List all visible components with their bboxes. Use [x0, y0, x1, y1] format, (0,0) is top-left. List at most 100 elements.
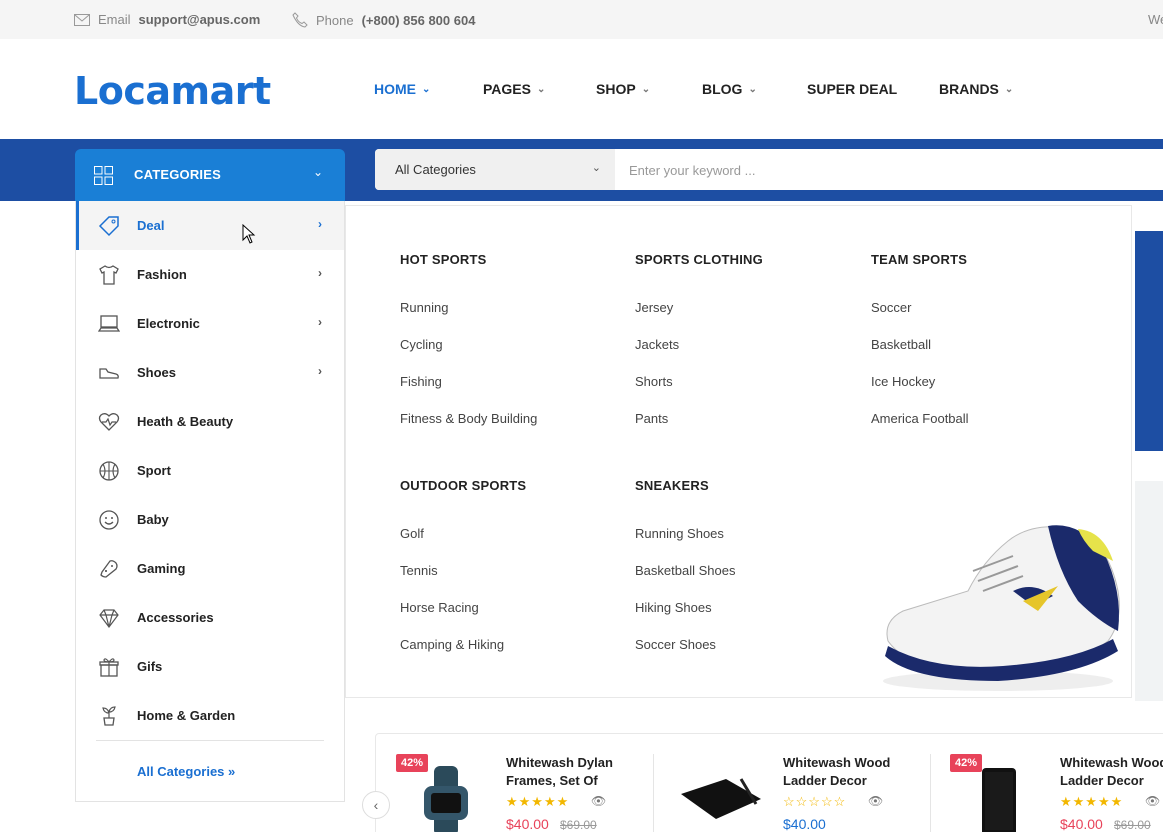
sidebar-item-sport[interactable]: Sport — [76, 446, 344, 495]
sidebar-item-health-beauty[interactable]: Heath & Beauty — [76, 397, 344, 446]
mega-link[interactable]: Ice Hockey — [871, 374, 935, 389]
nav-shop[interactable]: SHOP ⌄ — [596, 81, 650, 97]
welcome-text: We — [1148, 12, 1163, 27]
sneaker-image — [883, 525, 1120, 691]
chevron-right-icon: › — [318, 266, 322, 280]
carousel-prev-button[interactable]: ‹ — [362, 791, 390, 819]
sidebar-item-label: Heath & Beauty — [137, 414, 234, 429]
grid-icon — [94, 166, 113, 185]
mega-link[interactable]: Basketball — [871, 337, 931, 352]
product-name[interactable]: Whitewash Wood Ladder Decor — [1060, 754, 1163, 790]
mega-link[interactable]: Golf — [400, 526, 424, 541]
mouse-cursor-icon — [242, 224, 256, 244]
chevron-right-icon: › — [318, 364, 322, 378]
sidebar-item-label: Electronic — [137, 316, 200, 331]
mega-link[interactable]: Running — [400, 300, 448, 315]
categories-button[interactable]: CATEGORIES ⌄ — [75, 149, 345, 201]
sidebar-item-fashion[interactable]: Fashion › — [76, 250, 344, 299]
mega-link[interactable]: Tennis — [400, 563, 438, 578]
mega-link[interactable]: Soccer Shoes — [635, 637, 716, 652]
nav-home-label: HOME — [374, 81, 416, 97]
product-old-price: $69.00 — [1114, 818, 1151, 832]
category-select[interactable]: All Categories ⌄ — [375, 149, 615, 190]
mega-menu: HOT SPORTS Running Cycling Fishing Fitne… — [345, 205, 1132, 698]
mega-link[interactable]: Basketball Shoes — [635, 563, 735, 578]
eye-icon[interactable]: 👁 — [591, 794, 606, 808]
diamond-icon — [99, 609, 119, 628]
phone-contact[interactable]: Phone (+800) 856 800 604 — [292, 12, 475, 28]
mega-heading: HOT SPORTS — [400, 252, 487, 267]
mega-link[interactable]: Fishing — [400, 374, 442, 389]
mega-link[interactable]: Jackets — [635, 337, 679, 352]
mega-link[interactable]: Running Shoes — [635, 526, 724, 541]
mega-link[interactable]: Jersey — [635, 300, 673, 315]
rating-stars: ☆☆☆☆☆ — [783, 794, 847, 809]
smiley-icon — [99, 510, 119, 530]
email-value: support@apus.com — [138, 12, 261, 27]
sidebar-item-gaming[interactable]: Gaming — [76, 544, 344, 593]
mega-heading: SPORTS CLOTHING — [635, 252, 763, 267]
search-bar: All Categories ⌄ — [375, 149, 1163, 190]
sidebar-item-label: Sport — [137, 463, 171, 478]
nav-brands[interactable]: BRANDS ⌄ — [939, 81, 1013, 97]
header: Locamart HOME ⌄ PAGES ⌄ SHOP ⌄ BLOG ⌄ SUPER … — [0, 39, 1163, 139]
tshirt-icon — [99, 265, 119, 285]
mega-link[interactable]: Fitness & Body Building — [400, 411, 537, 426]
top-bar: Email support@apus.com Phone (+800) 856 80… — [0, 0, 1163, 39]
nav-super-deal-label: SUPER DEAL — [807, 81, 898, 97]
sidebar-item-home-garden[interactable]: Home & Garden — [76, 691, 344, 740]
product-card[interactable]: Whitewash Wood Ladder Decor ☆☆☆☆☆ 👁 $40.… — [653, 734, 930, 832]
search-input[interactable] — [629, 159, 1129, 181]
mega-link[interactable]: Horse Racing — [400, 600, 479, 615]
sidebar-item-shoes[interactable]: Shoes › — [76, 348, 344, 397]
nav-pages[interactable]: PAGES ⌄ — [483, 81, 545, 97]
tag-icon — [98, 216, 119, 237]
nav-shop-label: SHOP — [596, 81, 636, 97]
sidebar-item-accessories[interactable]: Accessories — [76, 593, 344, 642]
mega-link[interactable]: Camping & Hiking — [400, 637, 504, 652]
eye-icon[interactable]: 👁 — [868, 794, 883, 808]
mega-link[interactable]: Pants — [635, 411, 668, 426]
eye-icon[interactable]: 👁 — [1145, 794, 1160, 808]
product-card[interactable]: 42% Whitewash Dylan Frames, Set Of ★★★★★… — [376, 734, 653, 832]
product-price: $40.00 — [783, 816, 826, 832]
product-card[interactable]: 42% Whitewash Wood Ladder Decor ★★★★★ 👁 … — [930, 734, 1163, 832]
logo[interactable]: Locamart — [74, 69, 271, 113]
sidebar-item-baby[interactable]: Baby — [76, 495, 344, 544]
sidebar-item-electronic[interactable]: Electronic › — [76, 299, 344, 348]
mega-heading: OUTDOOR SPORTS — [400, 478, 527, 493]
banner-edge — [1135, 481, 1163, 701]
all-categories-link[interactable]: All Categories » — [137, 764, 235, 779]
sidebar-item-gifs[interactable]: Gifs — [76, 642, 344, 691]
product-strip: 42% Whitewash Dylan Frames, Set Of ★★★★★… — [375, 733, 1163, 832]
sidebar-item-label: Gifs — [137, 659, 163, 674]
phone-value: (+800) 856 800 604 — [361, 12, 476, 28]
phone-icon — [292, 12, 308, 28]
mega-link[interactable]: Cycling — [400, 337, 443, 352]
product-name[interactable]: Whitewash Wood Ladder Decor — [783, 754, 913, 790]
product-price: $40.00 — [506, 816, 549, 832]
mega-link[interactable]: Soccer — [871, 300, 911, 315]
categories-label: CATEGORIES — [134, 167, 221, 182]
laptop-icon — [98, 315, 120, 332]
nav-super-deal[interactable]: SUPER DEAL — [807, 81, 897, 97]
sidebar-item-label: Accessories — [137, 610, 214, 625]
mega-link[interactable]: America Football — [871, 411, 969, 426]
chevron-down-icon: ⌄ — [1004, 83, 1014, 95]
product-image — [681, 778, 761, 819]
nav-blog-label: BLOG — [702, 81, 743, 97]
nav-brands-label: BRANDS — [939, 81, 999, 97]
mega-link[interactable]: Hiking Shoes — [635, 600, 712, 615]
nav-blog[interactable]: BLOG ⌄ — [702, 81, 757, 97]
sidebar-divider — [96, 740, 324, 741]
chevron-down-icon: ⌄ — [422, 83, 431, 95]
product-name[interactable]: Whitewash Dylan Frames, Set Of — [506, 754, 636, 790]
email-contact[interactable]: Email support@apus.com — [74, 12, 260, 27]
sidebar-item-deal[interactable]: Deal › — [76, 201, 344, 250]
mega-heading: SNEAKERS — [635, 478, 709, 493]
mega-link[interactable]: Shorts — [635, 374, 673, 389]
mega-heading: TEAM SPORTS — [871, 252, 968, 267]
sidebar-item-label: Gaming — [137, 561, 186, 576]
nav-home[interactable]: HOME ⌄ — [374, 81, 430, 97]
rating-stars: ★★★★★ — [1060, 794, 1124, 809]
